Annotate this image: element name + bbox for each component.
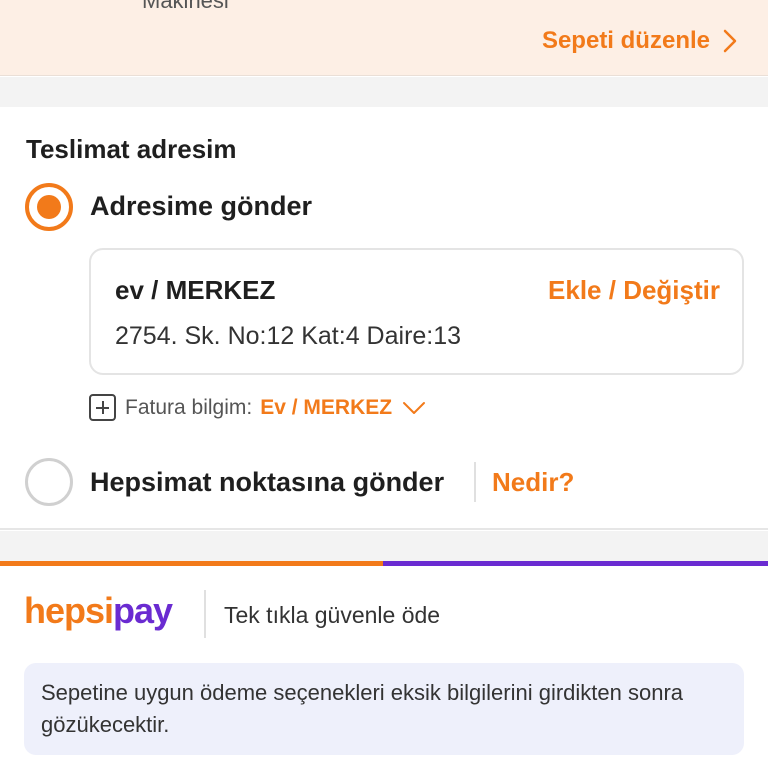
add-change-address-link[interactable]: Ekle / Değiştir <box>548 275 720 306</box>
delivery-address-section: Teslimat adresim Adresime gönder ev / ME… <box>0 107 768 530</box>
divider <box>474 462 476 502</box>
what-is-it-link[interactable]: Nedir? <box>492 467 574 498</box>
radio-send-to-address-label[interactable]: Adresime gönder <box>90 191 312 222</box>
radio-send-to-pickup-point-label[interactable]: Hepsimat noktasına gönder <box>90 467 444 498</box>
radio-send-to-address[interactable] <box>25 183 73 231</box>
cart-item-name-partial: Makinesi <box>142 0 229 13</box>
cart-summary-banner: Makinesi Sepeti düzenle <box>0 0 768 76</box>
section-separator <box>0 531 768 561</box>
hepsipay-logo: hepsipay <box>24 590 173 631</box>
plus-square-icon <box>89 394 116 421</box>
address-card: ev / MERKEZ Ekle / Değiştir 2754. Sk. No… <box>89 248 744 375</box>
radio-send-to-pickup-point[interactable] <box>25 458 73 506</box>
edit-cart-link[interactable]: Sepeti düzenle <box>542 27 738 55</box>
payment-info-message: Sepetine uygun ödeme seçenekleri eksik b… <box>24 663 744 755</box>
address-name: ev / MERKEZ <box>115 275 276 305</box>
chevron-down-icon <box>403 401 426 414</box>
invoice-info-row[interactable]: Fatura bilgim: Ev / MERKEZ <box>89 394 426 421</box>
chevron-right-icon <box>723 29 737 53</box>
invoice-value: Ev / MERKEZ <box>260 395 393 419</box>
section-title: Teslimat adresim <box>26 134 237 164</box>
section-separator <box>0 77 768 107</box>
divider <box>204 590 206 638</box>
payment-section: hepsipay Tek tıkla güvenle öde Sepetine … <box>0 566 768 768</box>
address-line: 2754. Sk. No:12 Kat:4 Daire:13 <box>115 322 462 350</box>
payment-tagline: Tek tıkla güvenle öde <box>224 602 441 628</box>
invoice-label: Fatura bilgim: <box>125 395 253 419</box>
edit-cart-label: Sepeti düzenle <box>541 27 710 54</box>
